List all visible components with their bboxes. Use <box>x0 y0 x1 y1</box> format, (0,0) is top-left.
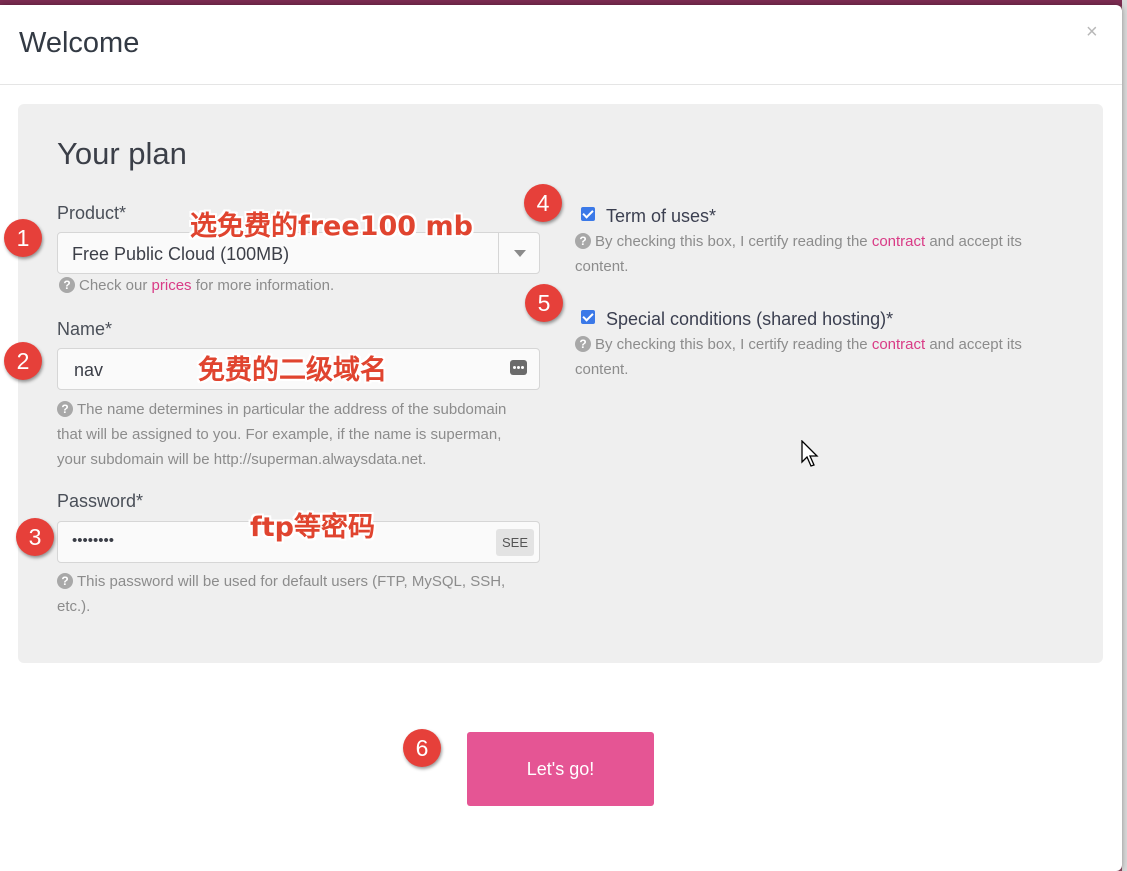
name-input-value: nav <box>74 360 104 380</box>
help-icon: ? <box>57 573 73 589</box>
modal-header: Welcome × <box>0 5 1122 85</box>
product-select-toggle[interactable] <box>498 233 541 273</box>
special-contract-link[interactable]: contract <box>872 336 925 353</box>
annotation-product: 选免费的free100 mb <box>190 211 473 242</box>
terms-label[interactable]: Term of uses* <box>606 206 716 227</box>
terms-checkbox[interactable] <box>581 207 595 221</box>
password-label: Password* <box>57 491 144 511</box>
name-help: ? The name determines in particular the a… <box>57 401 507 468</box>
step-badge-3: 3 <box>16 518 54 556</box>
help-icon: ? <box>57 401 73 417</box>
mouse-cursor-icon <box>801 440 819 467</box>
special-conditions-checkbox[interactable] <box>581 310 595 324</box>
product-label: Product* <box>57 203 127 223</box>
terms-help: ? By checking this box, I certify reading… <box>575 233 1022 275</box>
plan-title: Your plan <box>57 136 187 171</box>
annotation-password: ftp等密码 <box>250 512 375 543</box>
help-icon: ? <box>575 233 591 249</box>
name-label: Name* <box>57 319 113 339</box>
plan-panel: Your plan Product* Free Public Cloud (10… <box>18 104 1103 663</box>
background-page-edge <box>1122 0 1127 871</box>
product-help: ? Check our prices for more information. <box>59 273 334 298</box>
prices-link[interactable]: prices <box>152 277 192 294</box>
step-badge-1: 1 <box>4 219 42 257</box>
annotation-name: 免费的二级域名 <box>198 355 387 386</box>
step-badge-6: 6 <box>403 729 441 767</box>
show-password-button[interactable]: SEE <box>496 529 534 556</box>
special-conditions-label[interactable]: Special conditions (shared hosting)* <box>606 309 893 330</box>
chevron-down-icon <box>514 250 526 257</box>
close-icon[interactable]: × <box>1086 21 1098 44</box>
help-icon: ? <box>59 277 75 293</box>
password-help: ? This password will be used for default … <box>57 573 506 615</box>
step-badge-4: 4 <box>524 184 562 222</box>
password-input-value: •••••••• <box>72 532 115 549</box>
terms-contract-link[interactable]: contract <box>872 233 925 250</box>
step-badge-2: 2 <box>4 342 42 380</box>
product-select-value: Free Public Cloud (100MB) <box>72 244 290 264</box>
special-conditions-help: ? By checking this box, I certify reading… <box>575 336 1022 378</box>
step-badge-5: 5 <box>525 284 563 322</box>
modal-title: Welcome <box>19 27 140 59</box>
help-icon: ? <box>575 336 591 352</box>
password-manager-icon[interactable] <box>510 360 527 375</box>
welcome-modal: Welcome × Your plan Product* Free Public… <box>0 5 1122 871</box>
lets-go-button[interactable]: Let's go! <box>467 732 654 806</box>
